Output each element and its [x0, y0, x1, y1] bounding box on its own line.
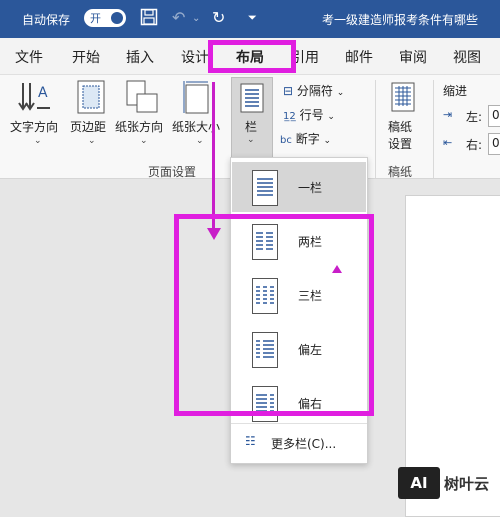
more-columns-button[interactable]: ☷ 更多栏(C)...: [231, 423, 367, 464]
active-tab-indicator: [232, 30, 270, 33]
chevron-down-icon: ⌄: [323, 136, 332, 146]
breaks-icon: ⊟: [283, 84, 294, 98]
group-label-manuscript: 稿纸: [388, 165, 413, 179]
watermark: AI 树叶云: [398, 467, 498, 507]
group-label-page-setup: 页面设置: [148, 165, 197, 179]
tab-insert[interactable]: 插入: [126, 47, 154, 67]
svg-text:A: A: [38, 85, 48, 101]
more-columns-icon: ☷: [245, 434, 256, 448]
autosave-toggle[interactable]: 开: [84, 9, 126, 27]
margins-button[interactable]: 页边距: [70, 118, 106, 135]
line-numbers-icon: 1̲2̲: [283, 111, 296, 122]
indent-left-icon: ⇥: [443, 108, 453, 121]
tab-review[interactable]: 审阅: [399, 47, 427, 67]
autosave-label: 自动保存: [22, 13, 71, 27]
line-numbers-label: 行号: [299, 108, 324, 122]
indent-left-input[interactable]: 0: [488, 105, 500, 127]
column-option-label: 一栏: [298, 181, 323, 195]
chevron-down-icon: ⌄: [247, 135, 255, 145]
chevron-down-icon: ⌄: [196, 136, 204, 146]
chevron-down-icon: ⌄: [327, 112, 335, 122]
manuscript-icon[interactable]: [391, 82, 415, 116]
tab-design[interactable]: 设计: [181, 47, 209, 67]
indent-right-value: 0: [492, 136, 500, 150]
save-icon[interactable]: [140, 8, 158, 30]
more-columns-label: 更多栏(C)...: [271, 437, 337, 451]
chevron-down-icon: ⌄: [88, 136, 96, 146]
columns-label: 栏: [245, 120, 258, 134]
indent-label: 缩进: [443, 84, 468, 98]
tab-mailings[interactable]: 邮件: [345, 47, 373, 67]
columns-icon: [240, 83, 264, 117]
line-numbers-button[interactable]: 1̲2̲ 行号 ⌄: [283, 106, 335, 123]
column-option-one[interactable]: 一栏: [232, 162, 366, 212]
hyphenation-button[interactable]: bc 断字 ⌄: [280, 130, 331, 147]
indent-right-icon: ⇤: [443, 136, 453, 149]
undo-dropdown-icon[interactable]: ⌄: [192, 13, 200, 24]
tab-home[interactable]: 开始: [72, 47, 100, 67]
undo-icon[interactable]: ↶: [172, 8, 185, 27]
mouse-pointer-marker: [332, 265, 342, 273]
columns-button[interactable]: 栏 ⌄: [231, 77, 273, 159]
watermark-text: 树叶云: [444, 475, 490, 493]
toggle-knob: [111, 12, 123, 24]
chevron-down-icon: ⌄: [34, 136, 42, 146]
paper-size-icon[interactable]: [182, 80, 212, 118]
one-column-icon: [252, 170, 278, 206]
ribbon-separator: [433, 80, 434, 178]
manuscript-label-1[interactable]: 稿纸: [388, 118, 412, 135]
hyphenation-icon: bc: [280, 135, 292, 146]
indent-left-label: 左:: [466, 110, 483, 124]
chevron-down-icon: ⌄: [140, 136, 148, 146]
manuscript-label-2[interactable]: 设置: [388, 135, 412, 152]
redo-icon[interactable]: ↻: [212, 8, 225, 27]
tab-file[interactable]: 文件: [15, 47, 43, 67]
autosave-state: 开: [90, 12, 101, 25]
ribbon-separator: [375, 80, 376, 178]
orientation-icon[interactable]: [125, 80, 159, 118]
highlight-layout-tab: [208, 40, 296, 73]
document-title: 考一级建造师报考条件有哪些: [322, 13, 479, 27]
indent-right-label: 右:: [466, 138, 483, 152]
breaks-button[interactable]: ⊟ 分隔符 ⌄: [283, 82, 344, 99]
hyphenation-label: 断字: [295, 132, 320, 146]
highlight-column-options: [174, 214, 374, 416]
indent-right-input[interactable]: 0: [488, 133, 500, 155]
margins-icon[interactable]: [77, 80, 105, 118]
orientation-button[interactable]: 纸张方向: [115, 118, 163, 135]
arrow-line: [212, 82, 215, 232]
text-direction-button[interactable]: 文字方向: [10, 118, 58, 135]
customize-toolbar-icon[interactable]: ⏷: [248, 11, 257, 25]
indent-left-value: 0: [492, 108, 500, 122]
tab-view[interactable]: 视图: [453, 47, 481, 67]
text-direction-icon[interactable]: A: [18, 80, 52, 118]
chevron-down-icon: ⌄: [336, 88, 345, 98]
watermark-logo: AI: [398, 467, 440, 499]
breaks-label: 分隔符: [296, 84, 333, 98]
